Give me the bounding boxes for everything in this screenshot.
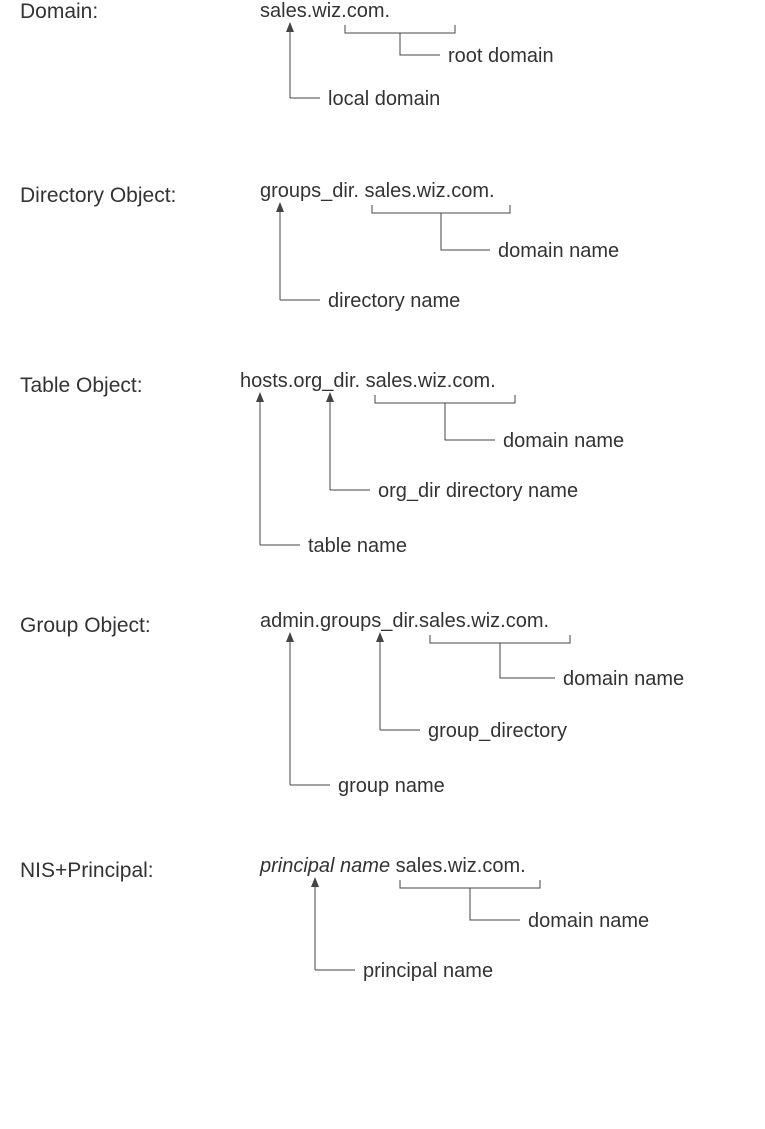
annotations-domain: root domain local domain: [260, 0, 760, 170]
anno-root-domain: root domain: [448, 45, 554, 67]
anno-table-domain: domain name: [503, 430, 624, 452]
anno-group-dir: group_directory: [428, 720, 567, 742]
anno-local-domain: local domain: [328, 88, 440, 110]
anno-dir-name: directory name: [328, 290, 460, 312]
anno-table-org: org_dir directory name: [378, 480, 578, 502]
anno-group-domain: domain name: [563, 668, 684, 690]
anno-principal-name: principal name: [363, 960, 493, 982]
section-table: Table Object: hosts.org_dir. sales.wiz.c…: [0, 370, 765, 600]
anno-group-name: group name: [338, 775, 445, 797]
label-directory: Directory Object:: [20, 184, 176, 208]
label-table: Table Object:: [20, 374, 143, 398]
anno-dir-domain: domain name: [498, 240, 619, 262]
anno-principal-domain: domain name: [528, 910, 649, 932]
anno-table-name: table name: [308, 535, 407, 557]
label-principal: NIS+Principal:: [20, 859, 154, 883]
section-directory: Directory Object: groups_dir. sales.wiz.…: [0, 180, 765, 360]
annotations-directory: domain name directory name: [260, 180, 760, 360]
label-group: Group Object:: [20, 614, 151, 638]
section-principal: NIS+Principal: principal name sales.wiz.…: [0, 855, 765, 1035]
annotations-principal: domain name principal name: [260, 855, 765, 1035]
label-domain: Domain:: [20, 0, 98, 24]
annotations-table: domain name org_dir directory name table…: [240, 370, 760, 600]
annotations-group: domain name group_directory group name: [260, 610, 765, 845]
section-domain: Domain: sales.wiz.com. root domain local…: [0, 0, 765, 170]
section-group: Group Object: admin.groups_dir.sales.wiz…: [0, 610, 765, 845]
